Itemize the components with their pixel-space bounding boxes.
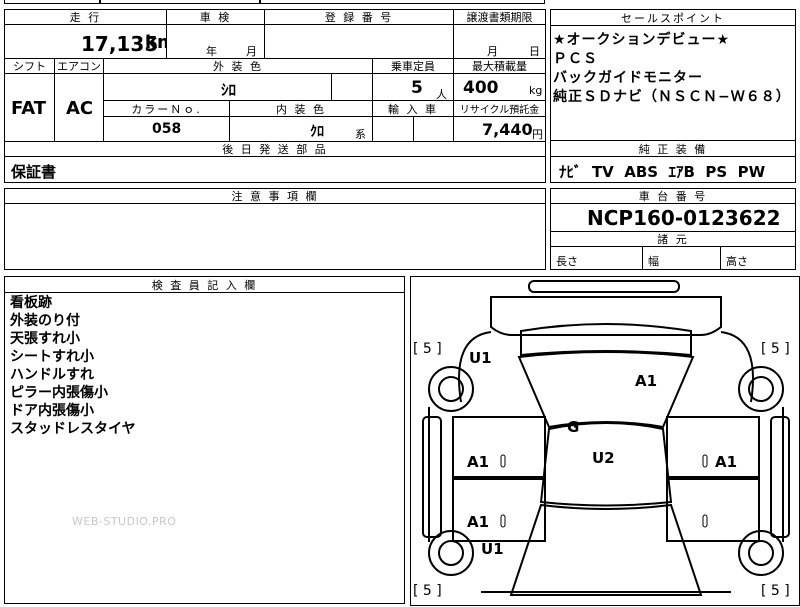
damage-code-hood: A1 [635, 372, 658, 390]
mileage-cell: 17,135 km [4, 24, 167, 59]
recycle-header: リサイクル預託金 [453, 100, 546, 117]
aircon-cell: AC [54, 73, 104, 142]
shift-cell: FAT [4, 73, 55, 142]
max-load-cell: 400 kg [453, 73, 546, 101]
caution-header: 注 意 事 項 欄 [4, 188, 546, 204]
capacity-cell: 5 人 [372, 73, 454, 101]
color-no-value: 058 [152, 121, 182, 137]
capacity-value: 5 [411, 78, 423, 98]
inspector-note: 外装のり付 [10, 313, 80, 329]
inspector-note: 看板跡 [10, 295, 52, 311]
chassis-cell: NCP160-0123622 [550, 203, 796, 232]
mileage-header: 走 行 [4, 9, 167, 25]
equipment-items: ﾅﾋﾞ TV ABS ｴｱB PS PW [559, 163, 766, 181]
sales-point-line: 純正ＳＤナビ（ＮＳＣＮ−Ｗ６８） [553, 89, 791, 105]
inspection-header: 車 検 [166, 9, 265, 25]
max-load-header: 最大積載量 [453, 58, 546, 74]
transfer-cell: 月 日 [453, 24, 546, 59]
dimensions-header: 諸 元 [550, 231, 796, 247]
inspector-note: ドア内張傷小 [10, 403, 94, 419]
transfer-header: 譲渡書類期限 [453, 9, 546, 25]
color-no-header: カラーＮｏ. [103, 100, 230, 117]
capacity-header: 乗車定員 [372, 58, 454, 74]
watermark: WEB-STUDIO.PRO [72, 515, 177, 528]
chassis-header: 車 台 番 号 [550, 188, 796, 204]
car-diagram-box: [ 5 ] [ 5 ] [ 5 ] [ 5 ] U1 A1 G U2 A1 A1… [410, 276, 800, 606]
tire-mark-front-right: [ 5 ] [761, 341, 790, 357]
damage-code-front-left: U1 [469, 349, 492, 367]
sales-point-line: ＰＣＳ [553, 51, 598, 67]
car-outline-diagram [422, 280, 790, 596]
sales-point-line: ★オークションデビュー★ [553, 32, 731, 48]
inspection-year-label: 年 [206, 45, 217, 58]
chassis-value: NCP160-0123622 [587, 206, 781, 230]
inspector-notes-box: 看板跡 外装のり付 天張すれ小 シートすれ小 ハンドルすれ ピラー内張傷小 ドア… [4, 292, 405, 604]
damage-code-windshield: G [567, 418, 580, 436]
interior-cell: ｸﾛ 系 [229, 116, 373, 142]
exterior-cell: ｼﾛ [103, 73, 332, 101]
damage-code-rear-left: U1 [481, 540, 504, 558]
top-strip-right [260, 0, 545, 4]
transfer-day-label: 日 [529, 45, 540, 58]
inspector-header: 検 査 員 記 入 欄 [4, 276, 405, 293]
dimensions-width: 幅 [648, 255, 659, 268]
tire-mark-rear-left: [ 5 ] [413, 583, 442, 599]
aircon-header: エアコン [54, 58, 104, 74]
sales-point-header: セールスポイント [550, 9, 796, 26]
later-parts-cell: 保証書 [4, 156, 546, 183]
inspection-cell: 年 月 [166, 24, 265, 59]
recycle-cell: 7,440 円 [453, 116, 546, 142]
caution-cell [4, 203, 546, 270]
dimensions-width-cell: 幅 [642, 246, 721, 270]
tire-mark-front-left: [ 5 ] [413, 341, 442, 357]
recycle-value: 7,440 [482, 120, 533, 139]
import-cell-a [372, 116, 414, 142]
equipment-header: 純 正 装 備 [550, 140, 796, 157]
damage-code-left-rear-door: A1 [467, 513, 490, 531]
transfer-month-label: 月 [487, 45, 498, 58]
interior-unit: 系 [355, 128, 366, 141]
damage-code-roof: U2 [592, 449, 615, 467]
import-header: 輸 入 車 [372, 100, 454, 117]
inspector-note: 天張すれ小 [10, 331, 80, 347]
dimensions-height: 高さ [726, 255, 748, 268]
sales-point-box: ★オークションデビュー★ ＰＣＳ バックガイドモニター 純正ＳＤナビ（ＮＳＣＮ−… [550, 25, 796, 141]
interior-header: 内 装 色 [229, 100, 373, 117]
tire-mark-rear-right: [ 5 ] [761, 583, 790, 599]
damage-code-left-front-door: A1 [467, 453, 490, 471]
interior-value: ｸﾛ [310, 124, 324, 140]
shift-header: シフト [4, 58, 55, 74]
inspector-note: シートすれ小 [10, 349, 94, 365]
mileage-unit: km [145, 32, 166, 53]
exterior-value: ｼﾛ [221, 81, 237, 99]
equipment-cell: ﾅﾋﾞ TV ABS ｴｱB PS PW [550, 156, 796, 183]
top-strip [100, 0, 260, 4]
dimensions-height-cell: 高さ [720, 246, 796, 270]
damage-code-right-front-door: A1 [715, 453, 738, 471]
capacity-unit: 人 [436, 88, 447, 101]
top-strip-left [4, 0, 100, 4]
registration-header: 登 録 番 号 [264, 9, 454, 25]
shift-value: FAT [11, 98, 47, 119]
max-load-unit: kg [529, 84, 543, 97]
dimensions-length-cell: 長さ [550, 246, 643, 270]
inspector-note: ピラー内張傷小 [10, 385, 108, 401]
recycle-unit: 円 [532, 128, 543, 141]
later-parts-value: 保証書 [11, 163, 57, 181]
later-parts-header: 後 日 発 送 部 品 [4, 141, 546, 157]
exterior-extra-cell [331, 73, 373, 101]
sales-point-line: バックガイドモニター [553, 70, 703, 86]
registration-cell [264, 24, 454, 59]
color-no-cell: 058 [103, 116, 230, 142]
dimensions-length: 長さ [556, 255, 578, 268]
import-cell-b [413, 116, 454, 142]
inspector-note: ハンドルすれ [10, 367, 94, 383]
inspector-note: スタッドレスタイヤ [10, 421, 136, 437]
exterior-header: 外 装 色 [103, 58, 373, 74]
max-load-value: 400 [463, 78, 499, 98]
inspection-month-label: 月 [246, 45, 257, 58]
aircon-value: AC [66, 98, 94, 119]
